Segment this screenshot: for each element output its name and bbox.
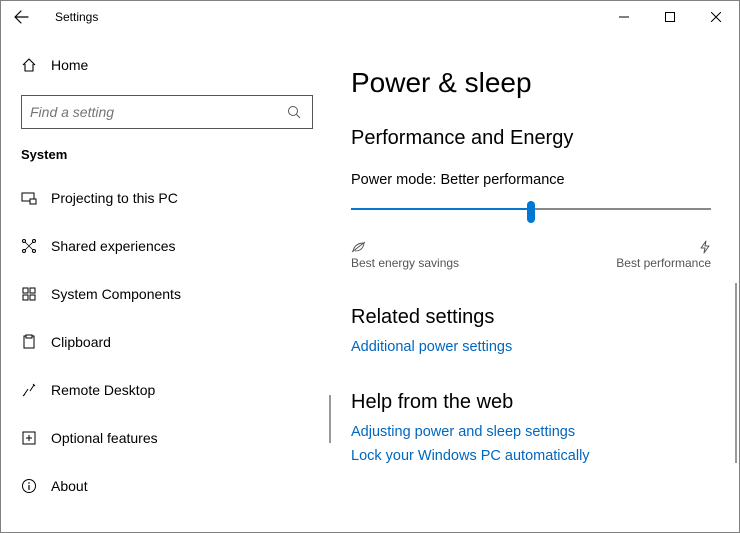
sidebar: Home System Projecting to this PC Sh [1, 33, 333, 532]
minimize-button[interactable] [601, 1, 647, 33]
power-mode-slider[interactable] [351, 198, 711, 238]
home-icon [21, 57, 51, 73]
section-help-title: Help from the web [351, 391, 711, 414]
page-title: Power & sleep [351, 67, 711, 99]
settings-window: Settings Home System [0, 0, 740, 533]
close-icon [711, 12, 721, 22]
section-related-title: Related settings [351, 306, 711, 329]
sidebar-item-label: Clipboard [51, 334, 111, 350]
sidebar-item-label: Projecting to this PC [51, 190, 178, 206]
maximize-button[interactable] [647, 1, 693, 33]
link-additional-power-settings[interactable]: Additional power settings [351, 339, 711, 355]
remote-desktop-icon [21, 382, 51, 398]
content-pane: Power & sleep Performance and Energy Pow… [333, 33, 739, 532]
slider-fill [351, 208, 531, 210]
sidebar-item-shared-experiences[interactable]: Shared experiences [1, 222, 333, 270]
slider-max-label: Best performance [616, 256, 711, 270]
sidebar-item-projecting[interactable]: Projecting to this PC [1, 174, 333, 222]
leaf-icon [351, 240, 367, 254]
sidebar-item-remote-desktop[interactable]: Remote Desktop [1, 366, 333, 414]
slider-min-label: Best energy savings [351, 256, 459, 270]
projecting-icon [21, 190, 51, 206]
link-lock-pc-automatically[interactable]: Lock your Windows PC automatically [351, 448, 711, 464]
power-mode-label: Power mode: Better performance [351, 172, 711, 188]
sidebar-scrollbar[interactable] [329, 395, 331, 443]
maximize-icon [665, 12, 675, 22]
sidebar-item-label: Remote Desktop [51, 382, 155, 398]
sidebar-item-optional-features[interactable]: Optional features [1, 414, 333, 462]
about-icon [21, 478, 51, 494]
arrow-left-icon [13, 9, 29, 25]
content-scrollbar[interactable] [735, 283, 737, 463]
close-button[interactable] [693, 1, 739, 33]
shared-icon [21, 238, 51, 254]
minimize-icon [619, 12, 629, 22]
sidebar-item-clipboard[interactable]: Clipboard [1, 318, 333, 366]
sidebar-item-about[interactable]: About [1, 462, 333, 510]
window-title: Settings [55, 10, 98, 24]
section-performance-title: Performance and Energy [351, 127, 711, 150]
sidebar-item-label: Shared experiences [51, 238, 176, 254]
home-nav[interactable]: Home [1, 45, 333, 85]
titlebar: Settings [1, 1, 739, 33]
category-label: System [1, 143, 333, 174]
search-icon [284, 105, 304, 119]
components-icon [21, 286, 51, 302]
slider-thumb[interactable] [527, 201, 535, 223]
sidebar-item-label: About [51, 478, 88, 494]
slider-min: Best energy savings [351, 240, 459, 270]
slider-max: Best performance [616, 240, 711, 270]
search-input[interactable] [30, 104, 284, 120]
search-box[interactable] [21, 95, 313, 129]
sidebar-item-system-components[interactable]: System Components [1, 270, 333, 318]
home-label: Home [51, 57, 88, 73]
link-adjusting-power-sleep[interactable]: Adjusting power and sleep settings [351, 424, 711, 440]
back-button[interactable] [7, 3, 35, 31]
sidebar-item-label: Optional features [51, 430, 158, 446]
sidebar-item-label: System Components [51, 286, 181, 302]
clipboard-icon [21, 334, 51, 350]
lightning-icon [699, 240, 711, 254]
slider-labels: Best energy savings Best performance [351, 240, 711, 270]
optional-features-icon [21, 430, 51, 446]
